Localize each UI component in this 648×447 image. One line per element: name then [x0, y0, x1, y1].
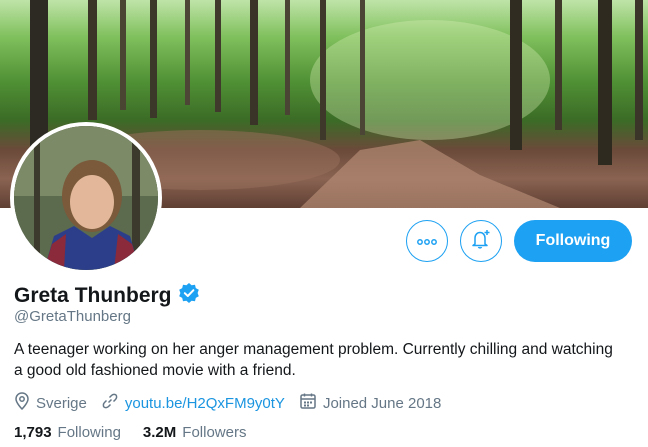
link-icon — [101, 392, 119, 414]
display-name: Greta Thunberg — [14, 283, 172, 307]
website-link[interactable]: youtu.be/H2QxFM9y0tY — [125, 395, 285, 412]
bell-plus-icon — [470, 228, 492, 255]
website-item: youtu.be/H2QxFM9y0tY — [101, 392, 285, 414]
notifications-button[interactable] — [460, 220, 502, 262]
following-label: Following — [57, 424, 121, 441]
followers-count: 3.2M — [142, 424, 177, 441]
joined-item: Joined June 2018 — [299, 392, 441, 414]
following-count: 1,793 — [14, 424, 52, 441]
location-item: Sverige — [14, 392, 87, 414]
location-text: Sverige — [36, 394, 87, 412]
joined-text: Joined June 2018 — [322, 394, 442, 412]
verified-badge-icon — [178, 282, 200, 309]
more-dots-icon — [417, 232, 437, 250]
profile-bio: A teenager working on her anger manageme… — [14, 341, 613, 379]
name-row: Greta Thunberg — [14, 282, 200, 309]
location-pin-icon — [14, 392, 30, 414]
followers-stat[interactable]: 3.2M Followers — [143, 424, 247, 441]
profile-actions: Following — [406, 220, 632, 262]
profile-handle: @GretaThunberg — [14, 308, 131, 325]
following-button[interactable]: Following — [514, 220, 632, 262]
avatar-photo — [14, 126, 158, 270]
calendar-icon — [299, 392, 317, 414]
more-options-button[interactable] — [406, 220, 448, 262]
profile-stats: 1,793 Following 3.2M Followers — [14, 424, 268, 441]
profile-avatar[interactable] — [10, 122, 162, 274]
profile-meta: Sverige youtu.be/H2QxFM9y0tY Joined June… — [14, 392, 455, 414]
followers-label: Followers — [182, 424, 247, 441]
following-stat[interactable]: 1,793 Following — [14, 424, 121, 441]
